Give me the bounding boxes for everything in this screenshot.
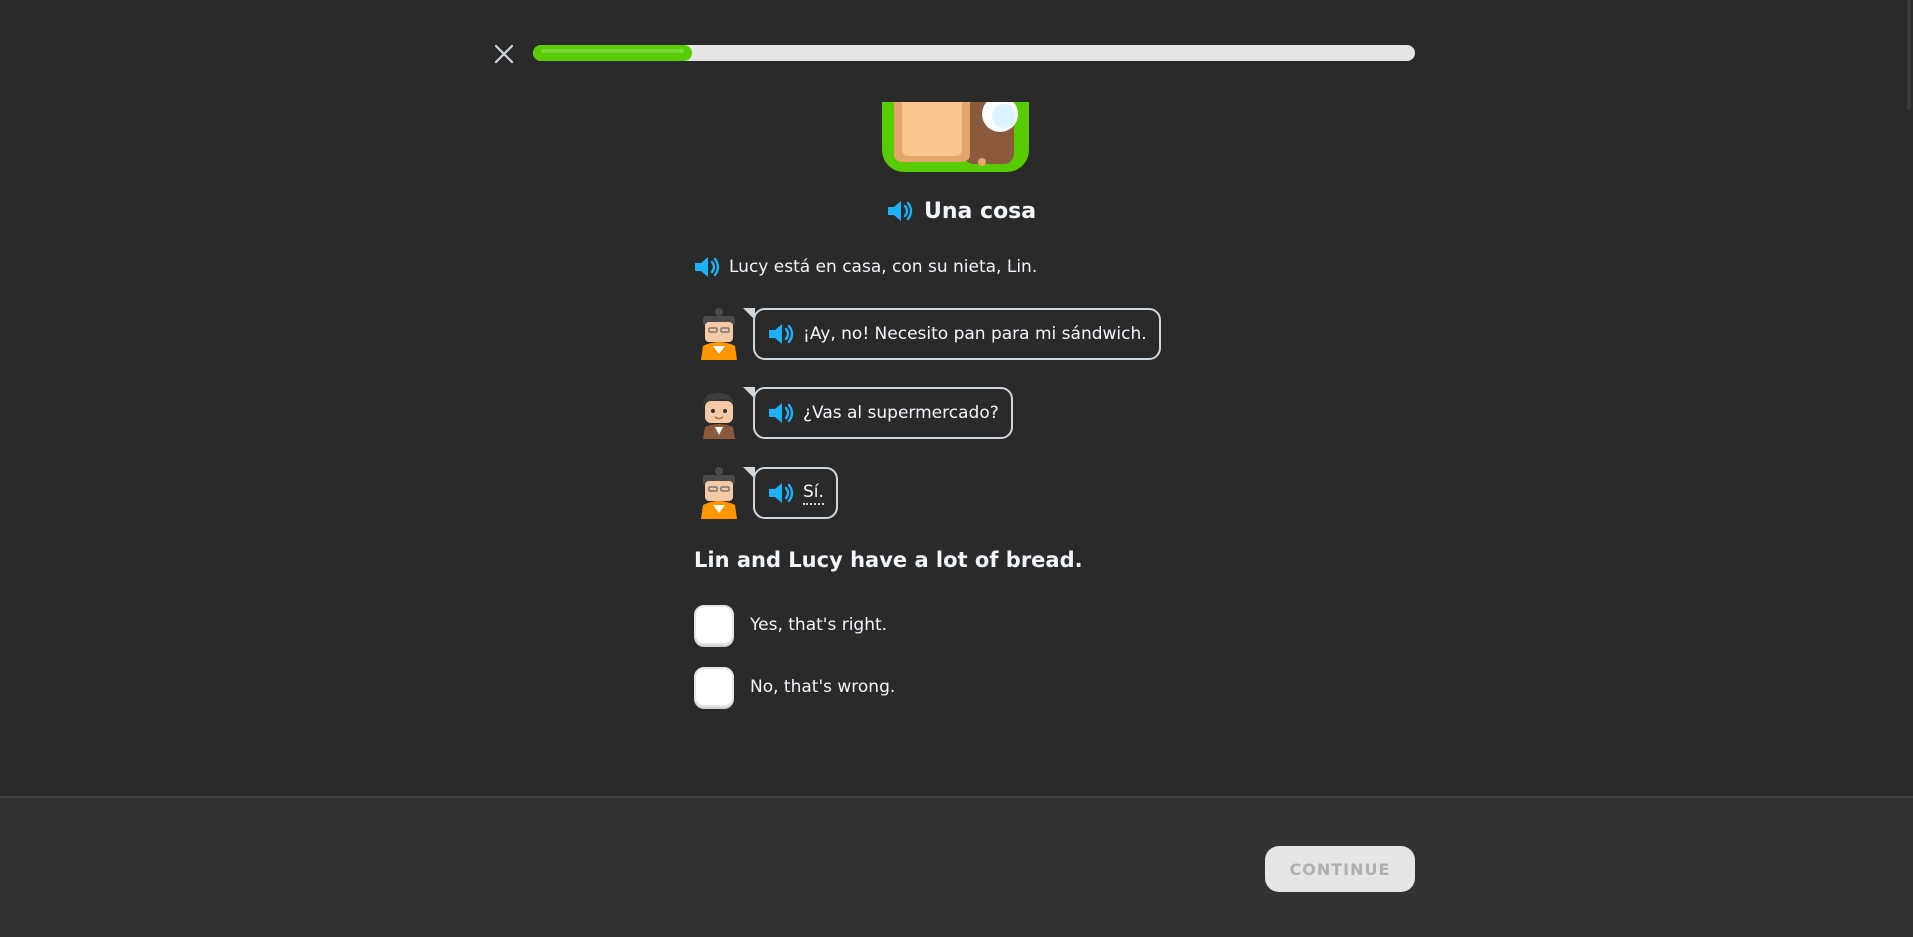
lin-avatar xyxy=(695,387,743,439)
answer-option-label: No, that's wrong. xyxy=(750,677,896,697)
scrollbar-thumb[interactable] xyxy=(1907,0,1911,110)
speaker-icon[interactable] xyxy=(767,322,797,346)
answer-option-yes[interactable]: Yes, that's right. xyxy=(694,605,887,645)
dialogue-bubble: Sí. xyxy=(743,467,838,519)
narration-text: Lucy está en casa, con su nieta, Lin. xyxy=(729,257,1038,277)
close-button[interactable] xyxy=(490,40,518,68)
progress-bar xyxy=(533,45,1415,61)
story-title: Una cosa xyxy=(886,196,1036,226)
progress-fill xyxy=(533,45,692,61)
question-prompt: Lin and Lucy have a lot of bread. xyxy=(694,548,1083,572)
story-illustration xyxy=(882,102,1029,172)
dialogue-text[interactable]: Sí. xyxy=(803,482,824,505)
speaker-icon[interactable] xyxy=(767,401,797,425)
dialogue-bubble: ¡Ay, no! Necesito pan para mi sándwich. xyxy=(743,308,1161,360)
dialogue-line: Sí. xyxy=(695,467,838,519)
checkbox[interactable] xyxy=(694,605,734,645)
dialogue-bubble: ¿Vas al supermercado? xyxy=(743,387,1013,439)
speaker-icon[interactable] xyxy=(886,199,916,223)
scrollbar[interactable] xyxy=(1905,0,1913,796)
lucy-avatar xyxy=(695,308,743,360)
narration-line: Lucy está en casa, con su nieta, Lin. xyxy=(693,253,1037,281)
dialogue-text: ¡Ay, no! Necesito pan para mi sándwich. xyxy=(803,324,1147,344)
dialogue-line: ¿Vas al supermercado? xyxy=(695,387,1013,439)
lesson-footer xyxy=(0,796,1913,937)
checkbox[interactable] xyxy=(694,667,734,707)
dialogue-line: ¡Ay, no! Necesito pan para mi sándwich. xyxy=(695,308,1161,360)
lucy-avatar xyxy=(695,467,743,519)
speaker-icon[interactable] xyxy=(767,481,797,505)
close-icon xyxy=(494,44,514,64)
dialogue-text: ¿Vas al supermercado? xyxy=(803,403,999,423)
continue-button[interactable]: CONTINUE xyxy=(1265,846,1415,892)
answer-option-no[interactable]: No, that's wrong. xyxy=(694,667,895,707)
story-title-text: Una cosa xyxy=(924,198,1037,224)
speaker-icon[interactable] xyxy=(693,255,723,279)
answer-option-label: Yes, that's right. xyxy=(750,615,888,635)
lesson-header xyxy=(0,0,1913,100)
